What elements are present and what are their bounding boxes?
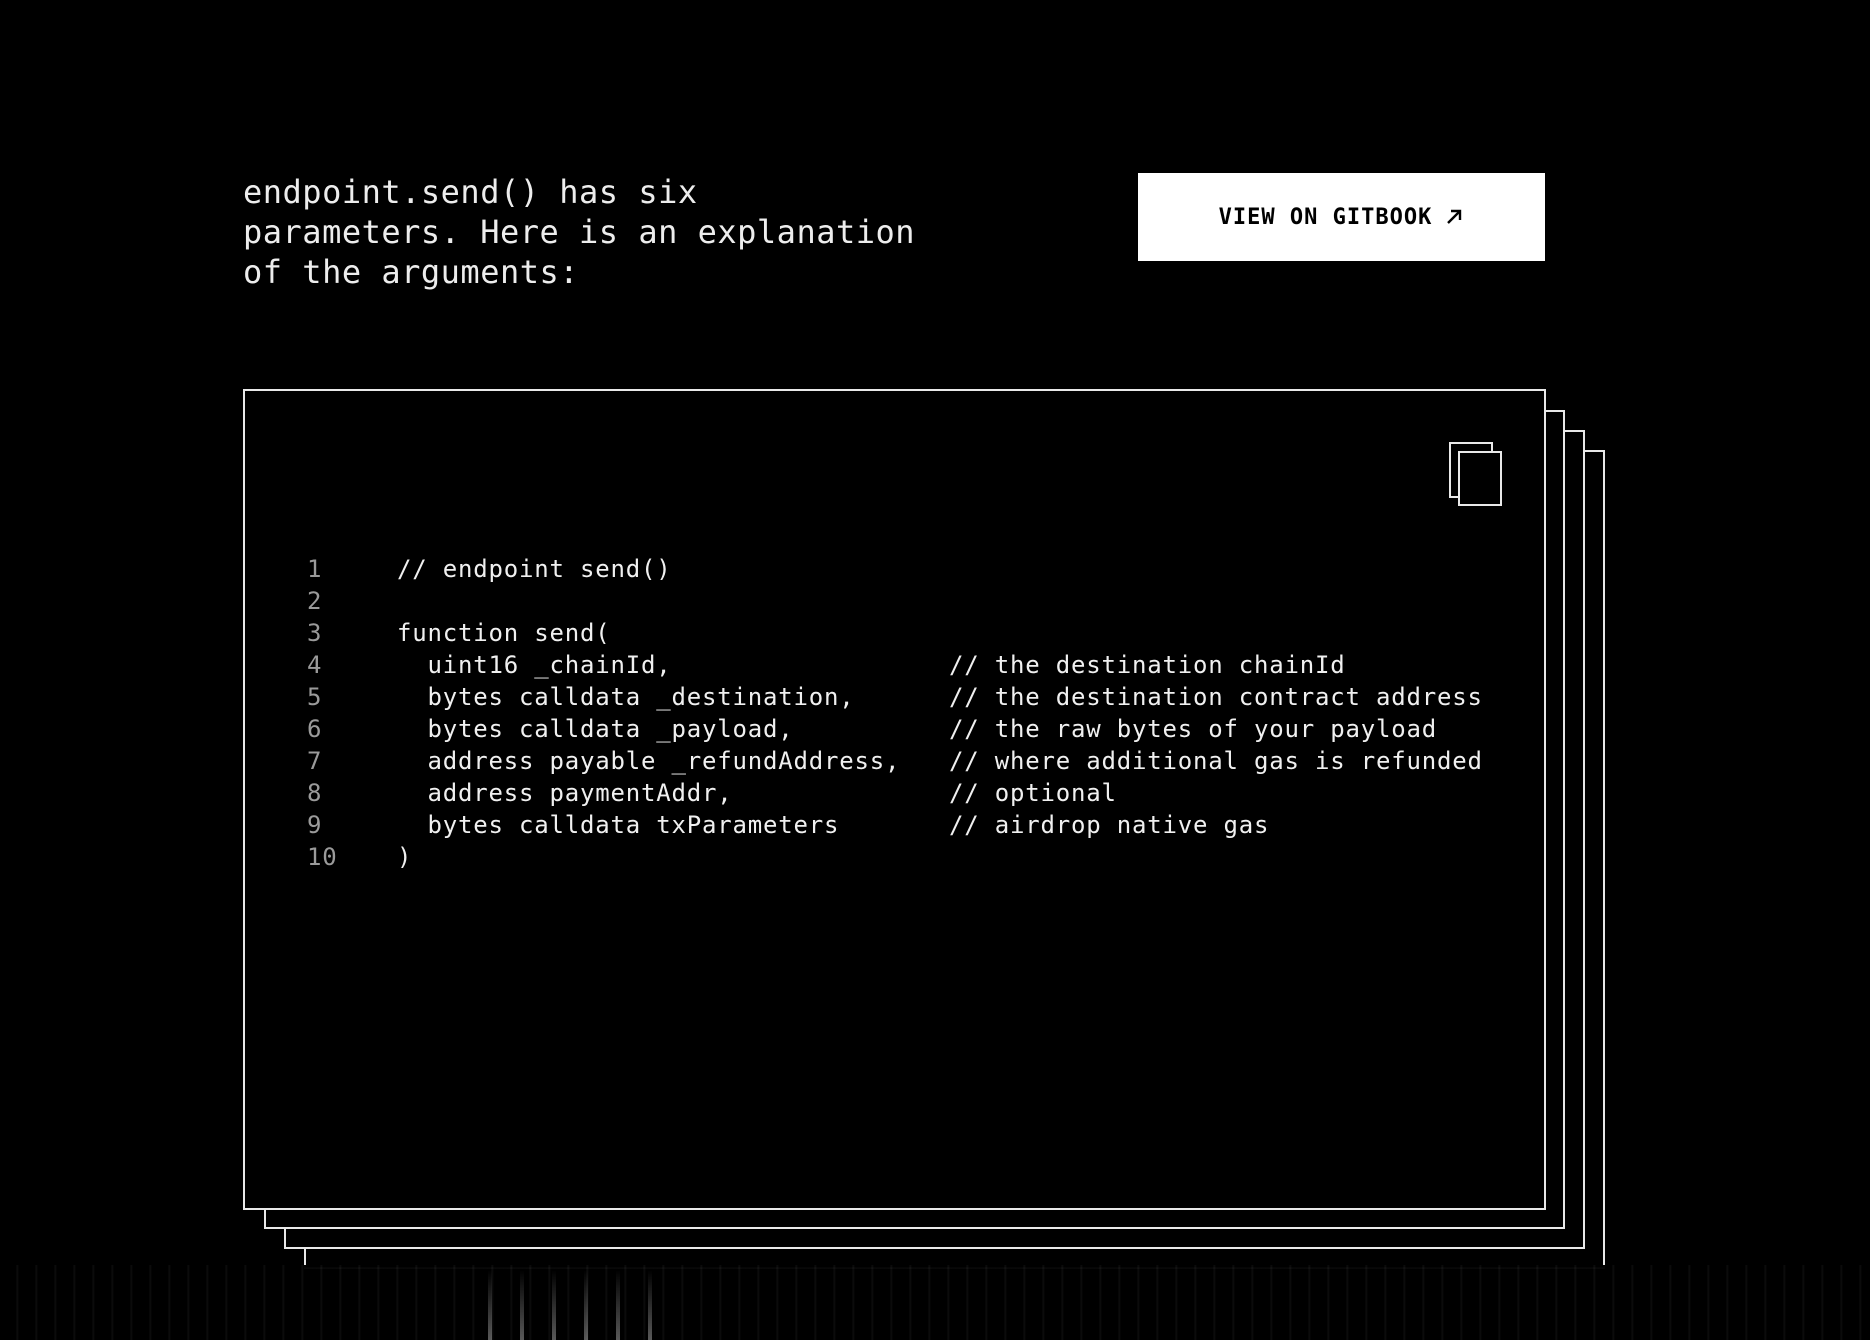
code-text: // endpoint send() xyxy=(397,555,672,583)
code-line: 9 bytes calldata txParameters // airdrop … xyxy=(307,809,1483,841)
code-line: 2 xyxy=(307,585,1483,617)
code-text: ) xyxy=(397,843,413,871)
bottom-glow xyxy=(0,1265,1870,1340)
code-line: 1 // endpoint send() xyxy=(307,553,1483,585)
line-number: 5 xyxy=(307,683,323,711)
line-number: 4 xyxy=(307,651,323,679)
intro-text: endpoint.send() has six parameters. Here… xyxy=(243,173,916,291)
code-text: address payable _refundAddress, xyxy=(397,747,901,775)
code-line: 7 address payable _refundAddress, // wher… xyxy=(307,745,1483,777)
line-number: 7 xyxy=(307,747,323,775)
code-text: address paymentAddr, xyxy=(397,779,733,807)
code-comment: // optional xyxy=(949,779,1117,807)
code-line: 8 address paymentAddr, // optional xyxy=(307,777,1483,809)
code-comment: // airdrop native gas xyxy=(949,811,1270,839)
code-text: bytes calldata txParameters xyxy=(397,811,840,839)
view-on-gitbook-label: VIEW ON GITBOOK xyxy=(1218,204,1433,230)
code-comment: // the destination chainId xyxy=(949,651,1346,679)
line-number: 3 xyxy=(307,619,323,647)
line-number: 9 xyxy=(307,811,323,839)
code-text: uint16 _chainId, xyxy=(397,651,672,679)
line-number: 2 xyxy=(307,587,323,615)
code-line: 6 bytes calldata _payload, // the raw byt… xyxy=(307,713,1483,745)
line-number: 6 xyxy=(307,715,323,743)
code-comment: // the raw bytes of your payload xyxy=(949,715,1437,743)
code-line: 5 bytes calldata _destination, // the des… xyxy=(307,681,1483,713)
code-text: function send( xyxy=(397,619,611,647)
code-line: 4 uint16 _chainId, // the destination cha… xyxy=(307,649,1483,681)
code-line: 10) xyxy=(307,841,1483,873)
code-card: 1// endpoint send() 2 3 function send(4 uin… xyxy=(243,389,1546,1210)
view-on-gitbook-button[interactable]: VIEW ON GITBOOK xyxy=(1138,173,1545,261)
bottom-bars xyxy=(480,1270,680,1340)
code-comment: // where additional gas is refunded xyxy=(949,747,1483,775)
code-line: 3 function send( xyxy=(307,617,1483,649)
code-text: bytes calldata _destination, xyxy=(397,683,855,711)
code-block: 1// endpoint send() 2 3 function send(4 uin… xyxy=(307,553,1483,873)
line-number: 1 xyxy=(307,555,323,583)
copy-icon xyxy=(1448,442,1504,510)
code-text: bytes calldata _payload, xyxy=(397,715,794,743)
line-number: 8 xyxy=(307,779,323,807)
copy-button[interactable] xyxy=(1448,441,1504,507)
arrow-up-right-icon xyxy=(1444,207,1464,227)
code-comment: // the destination contract address xyxy=(949,683,1483,711)
line-number: 10 xyxy=(307,843,338,871)
